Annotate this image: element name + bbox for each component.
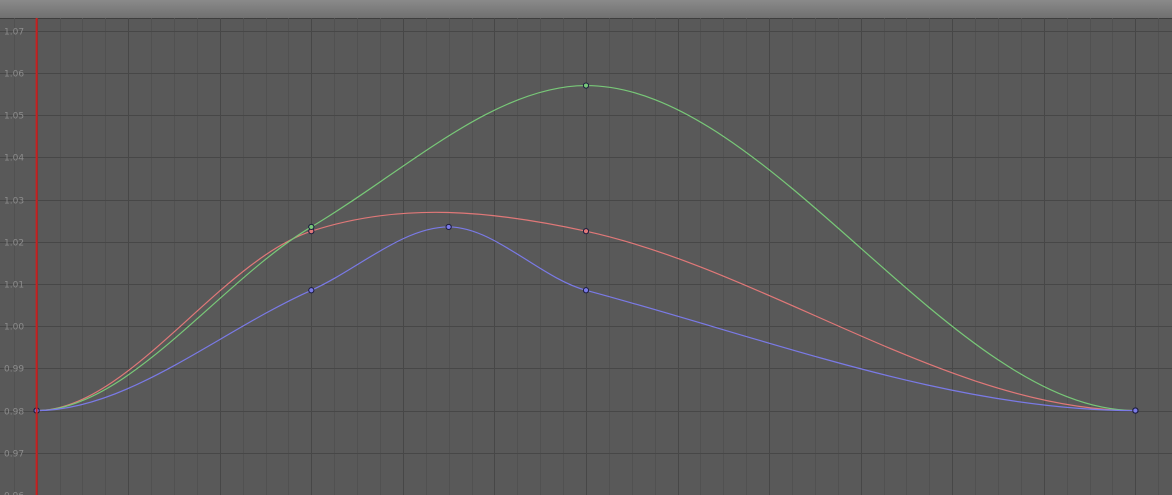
y-tick-label: 1.01 [4,281,24,291]
keyframe-point[interactable] [582,287,590,294]
y-tick-label: 1.00 [4,323,24,333]
keyframe-point[interactable] [308,223,315,231]
curve-graph[interactable]: 1.07 1.06 1.05 1.04 1.03 1.02 1.01 1.00 0.99 0.98… [0,18,1172,495]
keyframe-point[interactable] [582,228,590,235]
y-tick-label: 0.99 [4,365,24,375]
keyframe-point[interactable] [445,223,452,231]
y-tick-label: 0.97 [4,450,24,460]
keyframe-point[interactable] [1132,407,1139,414]
y-tick-label: 1.07 [4,28,24,38]
y-tick-label: 0.96 [4,492,24,495]
y-tick-label: 0.98 [4,408,24,418]
timeline-ruler[interactable] [0,0,1172,19]
y-tick-label: 1.02 [4,239,24,249]
y-tick-label: 1.05 [4,112,24,122]
y-tick-label: 1.06 [4,70,24,80]
graph-editor: 1.07 1.06 1.05 1.04 1.03 1.02 1.01 1.00 0.99 0.98… [0,0,1172,495]
keyframe-point[interactable] [308,287,315,294]
y-tick-label: 1.03 [4,197,24,207]
keyframe-point[interactable] [582,82,590,89]
y-tick-label: 1.04 [4,154,24,164]
